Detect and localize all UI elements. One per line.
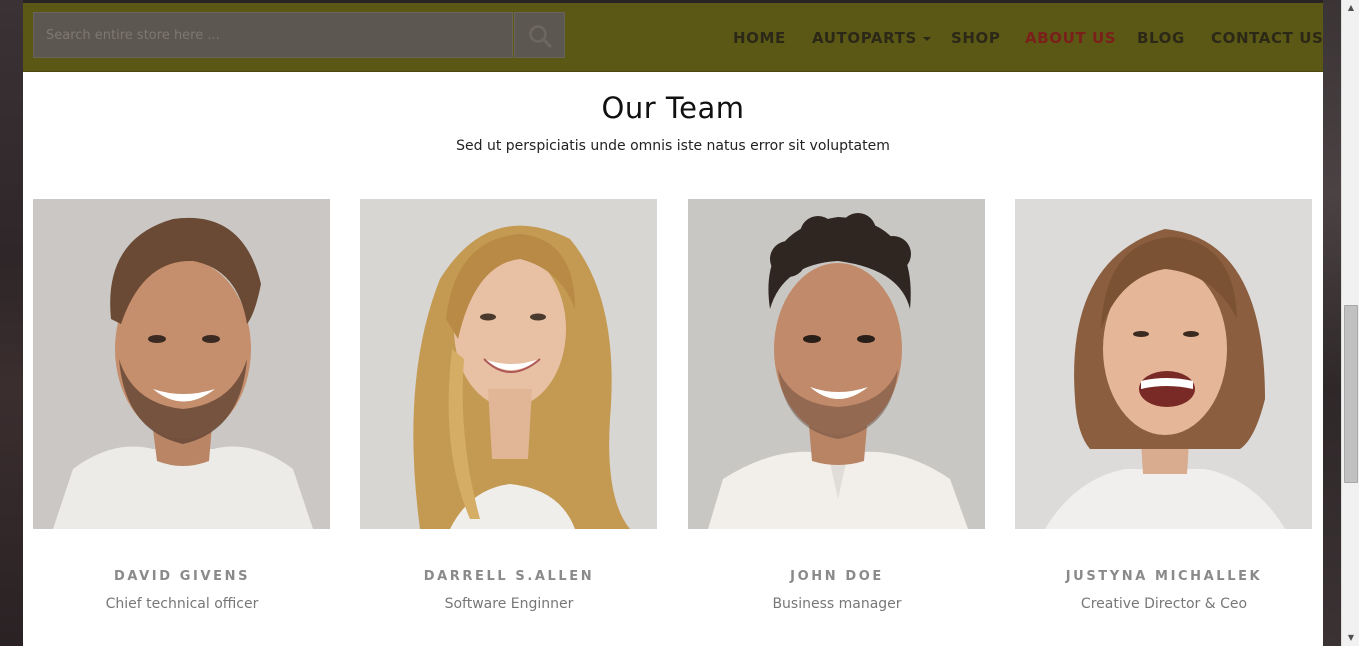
nav-blog-label: BLOG <box>1137 29 1185 47</box>
member-role: Business manager <box>772 596 902 612</box>
site-header: HOME AUTOPARTS SHOP ABOUT US BLOG CONTAC… <box>23 3 1323 72</box>
section-subtitle: Sed ut perspiciatis unde omnis iste natu… <box>456 138 890 154</box>
team-member-card: DAVID GIVENS Chief technical officer <box>33 199 331 612</box>
team-member-card: JUSTYNA MICHALLEK Creative Director & Ce… <box>1015 199 1313 612</box>
member-role: Software Enginner <box>444 596 574 612</box>
scroll-up-arrow-icon[interactable]: ▲ <box>1342 0 1359 16</box>
nav-contact-us-label: CONTACT US <box>1211 29 1324 47</box>
team-member-card: JOHN DOE Business manager <box>688 199 986 612</box>
member-name: DARRELL S.ALLEN <box>423 569 595 584</box>
team-member-card: DARRELL S.ALLEN Software Enginner <box>360 199 658 612</box>
nav-about-us[interactable]: ABOUT US <box>1025 29 1116 49</box>
vertical-scrollbar[interactable]: ▲ ▼ <box>1341 0 1359 646</box>
search-box <box>33 12 513 58</box>
page-background-left <box>0 0 23 646</box>
member-role: Creative Director & Ceo <box>1080 596 1248 612</box>
section-title: Our Team <box>601 91 745 125</box>
nav-autoparts-label: AUTOPARTS <box>812 29 917 47</box>
nav-home[interactable]: HOME <box>733 29 786 49</box>
scroll-down-arrow-icon[interactable]: ▼ <box>1342 630 1359 646</box>
member-photo <box>33 199 330 529</box>
nav-shop[interactable]: SHOP <box>951 29 1001 49</box>
nav-contact-us[interactable]: CONTACT US <box>1211 29 1323 49</box>
member-name: JOHN DOE <box>790 569 884 584</box>
search-button[interactable] <box>514 12 565 58</box>
member-role: Chief technical officer <box>105 596 259 612</box>
nav-shop-label: SHOP <box>951 29 1001 47</box>
search-input[interactable] <box>34 13 504 57</box>
search-icon <box>529 25 552 48</box>
member-name: DAVID GIVENS <box>113 569 251 584</box>
team-section: Our Team Sed ut perspiciatis unde omnis … <box>23 72 1323 646</box>
member-photo <box>688 199 985 529</box>
member-photo <box>360 199 657 529</box>
nav-autoparts[interactable]: AUTOPARTS <box>812 29 931 49</box>
nav-blog[interactable]: BLOG <box>1137 29 1185 49</box>
caret-down-icon <box>922 36 931 41</box>
nav-about-us-label: ABOUT US <box>1025 29 1117 47</box>
nav-home-label: HOME <box>733 29 786 47</box>
scroll-thumb[interactable] <box>1344 305 1358 483</box>
page-background-right <box>1323 0 1341 646</box>
member-name: JUSTYNA MICHALLEK <box>1065 569 1263 584</box>
member-photo <box>1015 199 1312 529</box>
